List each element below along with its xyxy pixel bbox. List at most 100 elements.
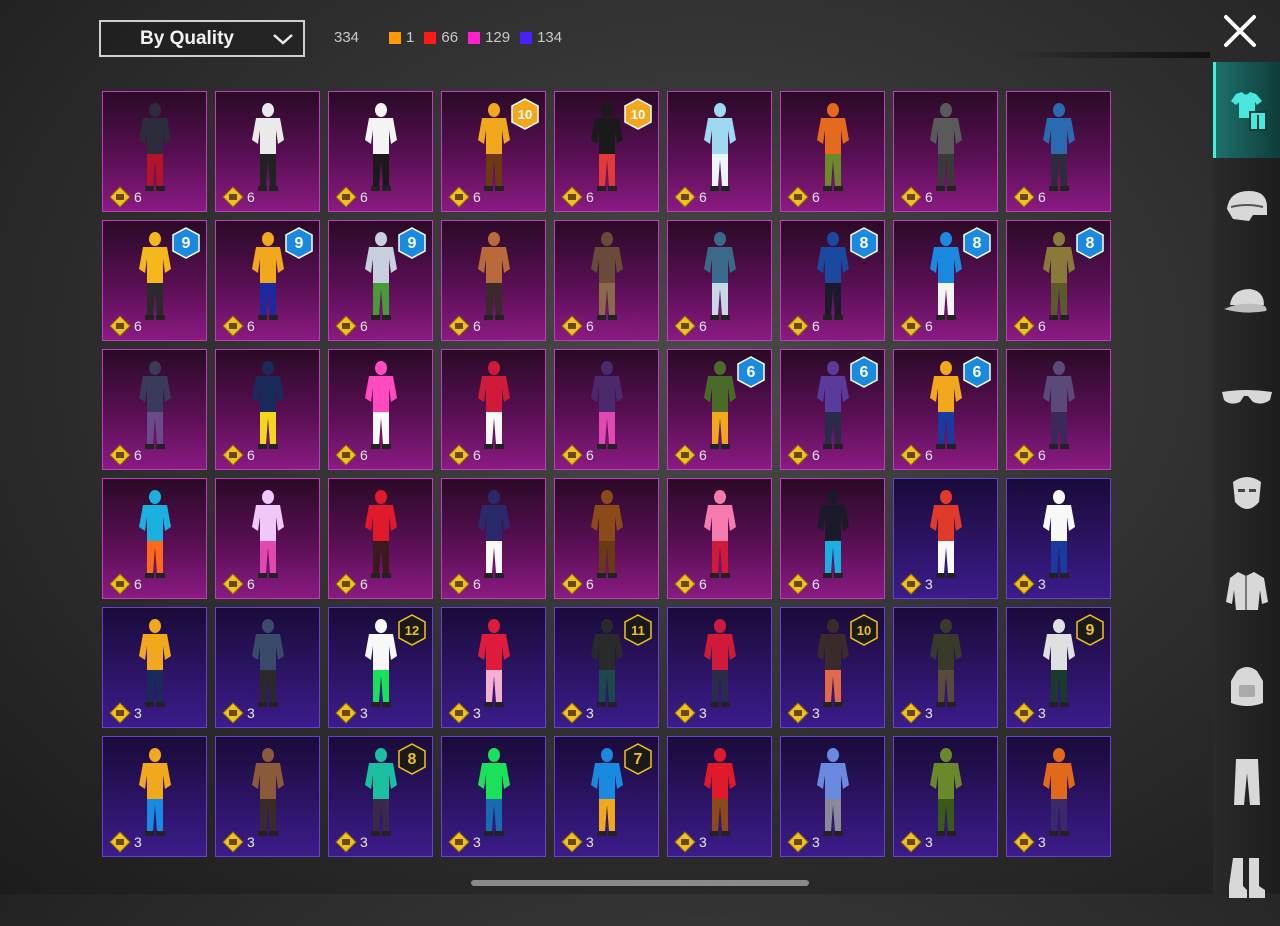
outfit-item[interactable]: 69 — [102, 220, 207, 341]
outfit-item[interactable]: 3 — [893, 478, 998, 599]
outfit-item[interactable]: 6 — [328, 91, 433, 212]
outfit-item[interactable]: 6 — [554, 478, 659, 599]
outfit-item[interactable]: 3 — [102, 607, 207, 728]
cost-badge: 6 — [109, 186, 142, 208]
outfit-item[interactable]: 6 — [780, 478, 885, 599]
outfit-item[interactable]: 3 — [441, 736, 546, 857]
outfit-item[interactable]: 3 — [893, 607, 998, 728]
coupon-icon — [1013, 315, 1035, 337]
outfit-item[interactable]: 6 — [102, 349, 207, 470]
outfit-item[interactable]: 68 — [1006, 220, 1111, 341]
sidebar-item-glasses[interactable] — [1213, 350, 1280, 446]
cost-badge: 3 — [787, 702, 820, 724]
quality-counts: 334 1 66 129 134 — [334, 29, 572, 46]
outfit-item[interactable]: 6 — [780, 91, 885, 212]
count-purple-value: 134 — [537, 29, 563, 46]
home-indicator[interactable] — [471, 880, 809, 886]
sidebar-item-shoes[interactable] — [1213, 830, 1280, 926]
outfit-item[interactable]: 6 — [1006, 349, 1111, 470]
outfit-figure-icon — [704, 619, 736, 707]
outfit-item[interactable]: 6 — [215, 349, 320, 470]
coupon-icon — [561, 831, 583, 853]
outfit-figure-icon — [478, 490, 510, 578]
outfit-item[interactable]: 66 — [667, 349, 772, 470]
cost-value: 3 — [812, 834, 820, 850]
orange-swatch — [389, 31, 402, 44]
outfit-item[interactable]: 6 — [441, 220, 546, 341]
outfit-item[interactable]: 6 — [441, 478, 546, 599]
outfit-item[interactable]: 66 — [893, 349, 998, 470]
outfit-item[interactable]: 6 — [667, 220, 772, 341]
sidebar-item-outfits[interactable] — [1213, 62, 1280, 158]
outfit-item[interactable]: 6 — [102, 478, 207, 599]
sidebar-item-masks[interactable] — [1213, 446, 1280, 542]
close-button[interactable] — [1222, 13, 1258, 49]
coupon-icon — [561, 315, 583, 337]
outfit-item[interactable]: 3 10 — [780, 607, 885, 728]
coupon-icon — [674, 702, 696, 724]
level-value: 12 — [405, 623, 419, 638]
sort-dropdown[interactable]: By Quality — [99, 20, 305, 57]
outfit-item[interactable]: 6 — [215, 478, 320, 599]
outfit-item[interactable]: 3 — [215, 736, 320, 857]
cost-badge: 6 — [222, 444, 255, 466]
cost-value: 6 — [134, 318, 142, 334]
outfit-item[interactable]: 38 — [328, 736, 433, 857]
outfit-item[interactable]: 68 — [780, 220, 885, 341]
outfit-item[interactable]: 3 — [667, 607, 772, 728]
outfit-item[interactable]: 69 — [328, 220, 433, 341]
outfit-item[interactable]: 6 — [328, 349, 433, 470]
outfit-item[interactable]: 37 — [554, 736, 659, 857]
sidebar-item-backpacks[interactable] — [1213, 638, 1280, 734]
outfit-item[interactable]: 6 — [893, 91, 998, 212]
outfit-item[interactable]: 6 — [328, 478, 433, 599]
cost-value: 6 — [812, 189, 820, 205]
cost-badge: 6 — [900, 444, 933, 466]
outfit-item[interactable]: 69 — [215, 220, 320, 341]
outfit-item[interactable]: 68 — [893, 220, 998, 341]
outfit-item[interactable]: 6 10 — [554, 91, 659, 212]
outfit-item[interactable]: 3 — [441, 607, 546, 728]
cost-badge: 3 — [1013, 831, 1046, 853]
sidebar-item-pants[interactable] — [1213, 734, 1280, 830]
outfit-item[interactable]: 6 — [215, 91, 320, 212]
level-badge: 8 — [1076, 227, 1104, 259]
count-orange: 1 — [389, 29, 414, 46]
boots-icon — [1228, 858, 1265, 898]
sidebar-item-hats[interactable] — [1213, 254, 1280, 350]
outfit-item[interactable]: 3 — [893, 736, 998, 857]
outfit-item[interactable]: 3 12 — [328, 607, 433, 728]
cost-badge: 6 — [1013, 315, 1046, 337]
outfit-item[interactable]: 6 — [1006, 91, 1111, 212]
level-badge: 10 — [624, 98, 652, 130]
outfit-figure-icon — [704, 232, 736, 320]
sidebar-item-tops[interactable] — [1213, 542, 1280, 638]
outfit-figure-icon — [930, 619, 962, 707]
outfit-item[interactable]: 6 — [554, 220, 659, 341]
sidebar-item-helmets[interactable] — [1213, 158, 1280, 254]
cost-badge: 6 — [335, 186, 368, 208]
outfit-item[interactable]: 39 — [1006, 607, 1111, 728]
cost-badge: 6 — [335, 444, 368, 466]
outfit-item[interactable]: 3 — [102, 736, 207, 857]
outfit-item[interactable]: 66 — [780, 349, 885, 470]
cost-badge: 6 — [1013, 444, 1046, 466]
mask-icon — [1232, 477, 1261, 509]
outfit-item[interactable]: 6 10 — [441, 91, 546, 212]
sort-dropdown-label: By Quality — [140, 27, 234, 49]
outfit-item[interactable]: 6 — [554, 349, 659, 470]
cost-badge: 3 — [335, 702, 368, 724]
outfit-item[interactable]: 3 11 — [554, 607, 659, 728]
coupon-icon — [900, 702, 922, 724]
cost-badge: 3 — [222, 702, 255, 724]
outfit-item[interactable]: 3 — [780, 736, 885, 857]
outfit-item[interactable]: 3 — [1006, 478, 1111, 599]
outfit-item[interactable]: 6 — [102, 91, 207, 212]
outfit-item[interactable]: 3 — [215, 607, 320, 728]
outfit-item[interactable]: 6 — [667, 91, 772, 212]
outfit-item[interactable]: 3 — [667, 736, 772, 857]
outfit-item[interactable]: 6 — [667, 478, 772, 599]
outfit-item[interactable]: 6 — [441, 349, 546, 470]
outfit-item[interactable]: 3 — [1006, 736, 1111, 857]
pants-icon — [1233, 759, 1260, 805]
